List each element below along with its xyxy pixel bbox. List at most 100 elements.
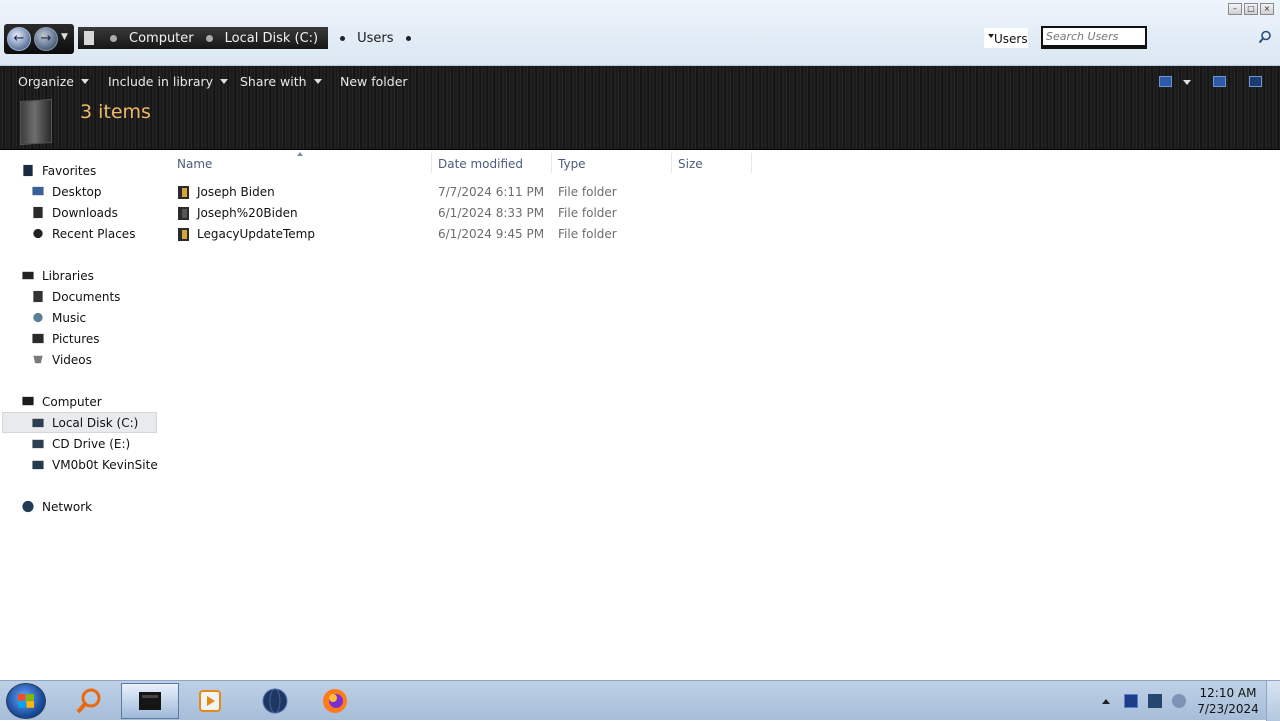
file-type: File folder (558, 185, 617, 199)
nav-network-label: Network (42, 499, 93, 514)
nav-favorites[interactable]: Favorites (21, 160, 96, 181)
column-divider[interactable] (671, 153, 672, 173)
breadcrumb-users-segment: Users (340, 31, 411, 46)
maximize-icon[interactable]: □ (1244, 3, 1258, 15)
nav-videos-label: Videos (52, 352, 92, 367)
file-date-modified: 6/1/2024 8:33 PM (438, 206, 545, 220)
column-divider[interactable] (751, 153, 752, 173)
breadcrumb-separator-icon[interactable] (405, 35, 411, 41)
breadcrumb-separator-icon[interactable] (340, 35, 346, 41)
taskbar: 12:10 AM 7/23/2024 (0, 680, 1280, 721)
search-icon[interactable] (1258, 30, 1272, 44)
magnifier-app-icon (76, 688, 101, 714)
taskbar-search-app[interactable] (60, 683, 118, 719)
nav-libraries[interactable]: Libraries (21, 265, 94, 286)
file-type: File folder (558, 227, 617, 241)
pictures-icon (32, 333, 44, 344)
share-with-label: Share with (240, 74, 307, 89)
network-drive-icon (32, 460, 44, 470)
favorites-star-icon (23, 164, 33, 177)
nav-local-disk[interactable]: Local Disk (C:) (2, 412, 157, 433)
back-arrow-icon[interactable]: ← (7, 27, 31, 51)
taskbar-globe-app[interactable] (246, 683, 304, 719)
view-options-chevron-icon[interactable] (1183, 80, 1191, 85)
taskbar-media-player[interactable] (181, 683, 239, 719)
nav-music[interactable]: Music (31, 307, 86, 328)
tray-app-icon[interactable] (1124, 694, 1138, 708)
file-row[interactable]: LegacyUpdateTemp 6/1/2024 9:45 PM File f… (172, 224, 762, 245)
nav-cd-drive-label: CD Drive (E:) (52, 436, 131, 451)
forward-arrow-icon[interactable]: → (34, 27, 58, 51)
preview-pane-icon[interactable] (1213, 76, 1226, 87)
nav-downloads[interactable]: Downloads (31, 202, 118, 223)
folder-details-icon (20, 98, 52, 146)
taskbar-firefox[interactable] (306, 683, 364, 719)
file-row[interactable]: Joseph Biden 7/7/2024 6:11 PM File folde… (172, 182, 762, 203)
column-divider[interactable] (431, 153, 432, 173)
nav-network[interactable]: Network (21, 496, 92, 517)
help-icon[interactable] (1249, 76, 1262, 87)
share-with-button[interactable]: Share with (240, 74, 322, 89)
nav-favorites-label: Favorites (42, 163, 97, 178)
desktop-icon (32, 186, 44, 196)
breadcrumb-computer[interactable]: Computer (129, 31, 194, 46)
chevron-down-icon (313, 79, 322, 84)
nav-network-drive[interactable]: VM0b0t KevinSite (31, 454, 158, 475)
nav-recent-places[interactable]: Recent Places (31, 223, 135, 244)
nav-music-label: Music (52, 310, 87, 325)
nav-pictures[interactable]: Pictures (31, 328, 100, 349)
column-divider[interactable] (551, 153, 552, 173)
nav-videos[interactable]: Videos (31, 349, 92, 370)
column-header-type[interactable]: Type (558, 153, 668, 175)
new-folder-button[interactable]: New folder (340, 74, 408, 89)
organize-button[interactable]: Organize (18, 74, 89, 89)
navigation-buttons: ← → ▼ (4, 24, 74, 54)
computer-icon (84, 31, 94, 45)
search-box[interactable] (1041, 26, 1147, 49)
nav-documents-label: Documents (52, 289, 121, 304)
show-hidden-icons-chevron-icon[interactable] (1102, 699, 1110, 704)
include-in-library-button[interactable]: Include in library (108, 74, 229, 89)
close-icon[interactable]: × (1260, 3, 1274, 15)
breadcrumb-separator-icon[interactable] (205, 34, 213, 42)
libraries-icon (22, 271, 34, 280)
search-input[interactable] (1043, 28, 1145, 45)
nav-local-disk-label: Local Disk (C:) (52, 415, 139, 430)
breadcrumb-users[interactable]: Users (357, 31, 393, 46)
change-view-icon[interactable] (1159, 76, 1172, 87)
folder-icon (178, 186, 189, 199)
network-icon (22, 500, 34, 513)
column-header-size[interactable]: Size (678, 153, 748, 175)
videos-icon (33, 355, 43, 364)
volume-tray-icon[interactable] (1172, 694, 1186, 708)
explorer-window: ← → ▼ Computer Local Disk (C:) Users Use… (0, 0, 1280, 680)
column-header-name[interactable]: Name (177, 153, 429, 175)
file-date-modified: 6/1/2024 9:45 PM (438, 227, 545, 241)
file-row[interactable]: Joseph%20Biden 6/1/2024 8:33 PM File fol… (172, 203, 762, 224)
network-tray-icon[interactable] (1148, 694, 1162, 708)
show-desktop-button[interactable] (1266, 681, 1280, 721)
nav-computer-label: Computer (42, 394, 102, 409)
breadcrumb-local-disk[interactable]: Local Disk (C:) (225, 31, 318, 46)
folder-icon (178, 228, 189, 241)
taskbar-explorer[interactable] (121, 683, 179, 719)
file-type: File folder (558, 206, 617, 220)
breadcrumb-separator-icon[interactable] (110, 34, 117, 42)
minimize-icon[interactable]: – (1228, 3, 1242, 15)
start-button-windows-icon[interactable] (6, 683, 46, 719)
include-in-library-label: Include in library (108, 74, 214, 89)
organize-label: Organize (18, 74, 74, 89)
nav-computer[interactable]: Computer (21, 391, 102, 412)
column-header-date-modified[interactable]: Date modified (438, 153, 548, 175)
taskbar-clock[interactable]: 12:10 AM 7/23/2024 (1196, 685, 1260, 717)
address-dropdown[interactable]: Users (984, 28, 1028, 48)
nav-cd-drive[interactable]: CD Drive (E:) (31, 433, 130, 454)
nav-desktop[interactable]: Desktop (31, 181, 102, 202)
address-bar-area: ← → ▼ Computer Local Disk (C:) Users Use… (0, 0, 1280, 66)
recent-pages-chevron-icon[interactable]: ▼ (61, 32, 68, 42)
file-name: LegacyUpdateTemp (197, 227, 315, 241)
nav-documents[interactable]: Documents (31, 286, 120, 307)
window-controls: – □ × (1228, 3, 1274, 15)
clock-date: 7/23/2024 (1197, 702, 1259, 716)
chevron-down-icon (81, 79, 89, 84)
